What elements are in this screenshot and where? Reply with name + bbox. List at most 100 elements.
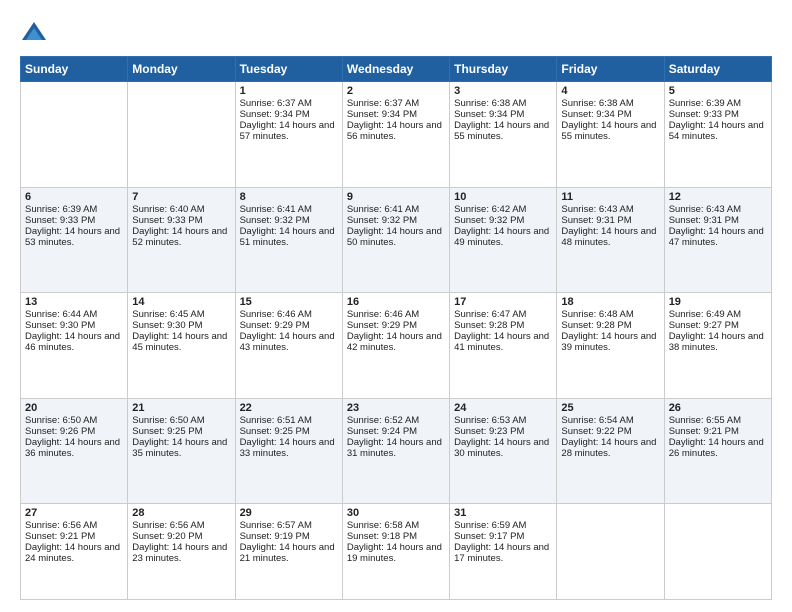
calendar-day-cell: 9Sunrise: 6:41 AMSunset: 9:32 PMDaylight… bbox=[342, 187, 449, 293]
sunrise-text: Sunrise: 6:49 AM bbox=[669, 309, 767, 320]
day-number: 10 bbox=[454, 191, 552, 203]
calendar-day-cell: 27Sunrise: 6:56 AMSunset: 9:21 PMDayligh… bbox=[21, 504, 128, 600]
calendar-day-cell: 11Sunrise: 6:43 AMSunset: 9:31 PMDayligh… bbox=[557, 187, 664, 293]
sunrise-text: Sunrise: 6:55 AM bbox=[669, 415, 767, 426]
daylight-text: Daylight: 14 hours and 42 minutes. bbox=[347, 331, 445, 353]
sunrise-text: Sunrise: 6:44 AM bbox=[25, 309, 123, 320]
sunrise-text: Sunrise: 6:38 AM bbox=[561, 98, 659, 109]
calendar-day-cell: 16Sunrise: 6:46 AMSunset: 9:29 PMDayligh… bbox=[342, 293, 449, 399]
day-number: 12 bbox=[669, 191, 767, 203]
sunset-text: Sunset: 9:31 PM bbox=[669, 215, 767, 226]
sunset-text: Sunset: 9:23 PM bbox=[454, 426, 552, 437]
day-number: 8 bbox=[240, 191, 338, 203]
sunset-text: Sunset: 9:34 PM bbox=[240, 109, 338, 120]
daylight-text: Daylight: 14 hours and 55 minutes. bbox=[454, 120, 552, 142]
sunrise-text: Sunrise: 6:39 AM bbox=[669, 98, 767, 109]
sunset-text: Sunset: 9:26 PM bbox=[25, 426, 123, 437]
daylight-text: Daylight: 14 hours and 19 minutes. bbox=[347, 542, 445, 564]
calendar-day-cell: 29Sunrise: 6:57 AMSunset: 9:19 PMDayligh… bbox=[235, 504, 342, 600]
calendar-day-cell: 3Sunrise: 6:38 AMSunset: 9:34 PMDaylight… bbox=[450, 82, 557, 188]
sunset-text: Sunset: 9:22 PM bbox=[561, 426, 659, 437]
calendar-header-thursday: Thursday bbox=[450, 57, 557, 82]
calendar-day-cell: 1Sunrise: 6:37 AMSunset: 9:34 PMDaylight… bbox=[235, 82, 342, 188]
calendar-day-cell: 18Sunrise: 6:48 AMSunset: 9:28 PMDayligh… bbox=[557, 293, 664, 399]
daylight-text: Daylight: 14 hours and 57 minutes. bbox=[240, 120, 338, 142]
day-number: 4 bbox=[561, 85, 659, 97]
day-number: 13 bbox=[25, 296, 123, 308]
calendar-day-cell: 6Sunrise: 6:39 AMSunset: 9:33 PMDaylight… bbox=[21, 187, 128, 293]
day-number: 21 bbox=[132, 402, 230, 414]
day-number: 5 bbox=[669, 85, 767, 97]
sunset-text: Sunset: 9:32 PM bbox=[454, 215, 552, 226]
sunset-text: Sunset: 9:20 PM bbox=[132, 531, 230, 542]
calendar-week-row: 6Sunrise: 6:39 AMSunset: 9:33 PMDaylight… bbox=[21, 187, 772, 293]
sunset-text: Sunset: 9:31 PM bbox=[561, 215, 659, 226]
calendar-week-row: 13Sunrise: 6:44 AMSunset: 9:30 PMDayligh… bbox=[21, 293, 772, 399]
sunrise-text: Sunrise: 6:56 AM bbox=[25, 520, 123, 531]
daylight-text: Daylight: 14 hours and 21 minutes. bbox=[240, 542, 338, 564]
calendar-day-cell: 4Sunrise: 6:38 AMSunset: 9:34 PMDaylight… bbox=[557, 82, 664, 188]
calendar-day-cell: 30Sunrise: 6:58 AMSunset: 9:18 PMDayligh… bbox=[342, 504, 449, 600]
sunrise-text: Sunrise: 6:54 AM bbox=[561, 415, 659, 426]
sunset-text: Sunset: 9:34 PM bbox=[561, 109, 659, 120]
header bbox=[20, 18, 772, 46]
sunrise-text: Sunrise: 6:37 AM bbox=[240, 98, 338, 109]
sunrise-text: Sunrise: 6:42 AM bbox=[454, 204, 552, 215]
daylight-text: Daylight: 14 hours and 31 minutes. bbox=[347, 437, 445, 459]
daylight-text: Daylight: 14 hours and 28 minutes. bbox=[561, 437, 659, 459]
calendar-day-cell: 22Sunrise: 6:51 AMSunset: 9:25 PMDayligh… bbox=[235, 398, 342, 504]
sunset-text: Sunset: 9:34 PM bbox=[347, 109, 445, 120]
calendar-day-cell: 13Sunrise: 6:44 AMSunset: 9:30 PMDayligh… bbox=[21, 293, 128, 399]
calendar-day-cell: 5Sunrise: 6:39 AMSunset: 9:33 PMDaylight… bbox=[664, 82, 771, 188]
daylight-text: Daylight: 14 hours and 33 minutes. bbox=[240, 437, 338, 459]
sunrise-text: Sunrise: 6:59 AM bbox=[454, 520, 552, 531]
sunset-text: Sunset: 9:32 PM bbox=[240, 215, 338, 226]
sunset-text: Sunset: 9:25 PM bbox=[240, 426, 338, 437]
day-number: 28 bbox=[132, 507, 230, 519]
day-number: 30 bbox=[347, 507, 445, 519]
daylight-text: Daylight: 14 hours and 47 minutes. bbox=[669, 226, 767, 248]
calendar-day-cell: 20Sunrise: 6:50 AMSunset: 9:26 PMDayligh… bbox=[21, 398, 128, 504]
sunrise-text: Sunrise: 6:56 AM bbox=[132, 520, 230, 531]
calendar-day-cell: 31Sunrise: 6:59 AMSunset: 9:17 PMDayligh… bbox=[450, 504, 557, 600]
sunset-text: Sunset: 9:17 PM bbox=[454, 531, 552, 542]
sunset-text: Sunset: 9:18 PM bbox=[347, 531, 445, 542]
calendar-day-cell: 10Sunrise: 6:42 AMSunset: 9:32 PMDayligh… bbox=[450, 187, 557, 293]
sunrise-text: Sunrise: 6:48 AM bbox=[561, 309, 659, 320]
sunrise-text: Sunrise: 6:51 AM bbox=[240, 415, 338, 426]
sunset-text: Sunset: 9:34 PM bbox=[454, 109, 552, 120]
sunrise-text: Sunrise: 6:58 AM bbox=[347, 520, 445, 531]
daylight-text: Daylight: 14 hours and 56 minutes. bbox=[347, 120, 445, 142]
daylight-text: Daylight: 14 hours and 45 minutes. bbox=[132, 331, 230, 353]
calendar-header-sunday: Sunday bbox=[21, 57, 128, 82]
day-number: 9 bbox=[347, 191, 445, 203]
sunrise-text: Sunrise: 6:38 AM bbox=[454, 98, 552, 109]
day-number: 11 bbox=[561, 191, 659, 203]
calendar-day-cell: 28Sunrise: 6:56 AMSunset: 9:20 PMDayligh… bbox=[128, 504, 235, 600]
day-number: 27 bbox=[25, 507, 123, 519]
daylight-text: Daylight: 14 hours and 54 minutes. bbox=[669, 120, 767, 142]
sunrise-text: Sunrise: 6:45 AM bbox=[132, 309, 230, 320]
sunset-text: Sunset: 9:30 PM bbox=[132, 320, 230, 331]
sunrise-text: Sunrise: 6:46 AM bbox=[347, 309, 445, 320]
sunset-text: Sunset: 9:25 PM bbox=[132, 426, 230, 437]
sunset-text: Sunset: 9:32 PM bbox=[347, 215, 445, 226]
sunrise-text: Sunrise: 6:41 AM bbox=[240, 204, 338, 215]
daylight-text: Daylight: 14 hours and 49 minutes. bbox=[454, 226, 552, 248]
daylight-text: Daylight: 14 hours and 17 minutes. bbox=[454, 542, 552, 564]
sunrise-text: Sunrise: 6:50 AM bbox=[25, 415, 123, 426]
day-number: 31 bbox=[454, 507, 552, 519]
sunrise-text: Sunrise: 6:40 AM bbox=[132, 204, 230, 215]
sunset-text: Sunset: 9:33 PM bbox=[669, 109, 767, 120]
logo-icon bbox=[20, 18, 48, 46]
day-number: 2 bbox=[347, 85, 445, 97]
day-number: 6 bbox=[25, 191, 123, 203]
day-number: 22 bbox=[240, 402, 338, 414]
day-number: 16 bbox=[347, 296, 445, 308]
sunset-text: Sunset: 9:19 PM bbox=[240, 531, 338, 542]
day-number: 25 bbox=[561, 402, 659, 414]
daylight-text: Daylight: 14 hours and 55 minutes. bbox=[561, 120, 659, 142]
calendar-day-cell: 21Sunrise: 6:50 AMSunset: 9:25 PMDayligh… bbox=[128, 398, 235, 504]
daylight-text: Daylight: 14 hours and 30 minutes. bbox=[454, 437, 552, 459]
sunset-text: Sunset: 9:21 PM bbox=[25, 531, 123, 542]
